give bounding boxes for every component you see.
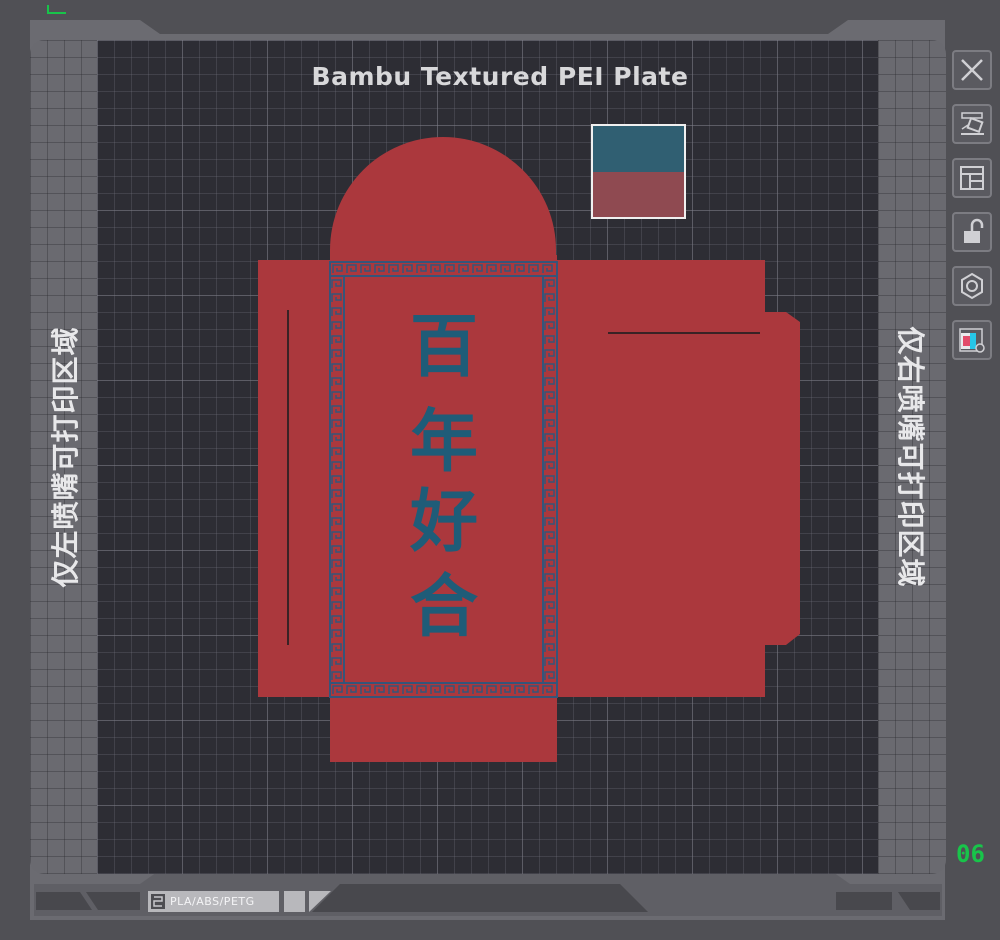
lock-icon (964, 218, 984, 243)
filament-icon (151, 894, 165, 909)
envelope-character: 合 (410, 567, 478, 647)
red-envelope-model[interactable]: 百年好合 (0, 0, 1000, 940)
arrange-icon (960, 166, 984, 190)
plate-number: 06 (956, 840, 985, 868)
auto-orient-button[interactable] (952, 104, 992, 144)
close-button[interactable] (952, 50, 992, 90)
close-icon (961, 59, 983, 81)
filament-types-label: PLA/ABS/PETG (170, 895, 255, 908)
swatch-color-2 (593, 171, 684, 217)
filament-grouping-button[interactable] (952, 320, 992, 360)
lock-button[interactable] (952, 212, 992, 252)
envelope-left-flap (258, 260, 331, 697)
auto-orient-icon (961, 112, 984, 135)
plate-corner-icon (309, 891, 331, 912)
envelope-glue-tab (764, 312, 800, 645)
plate-status-square (284, 891, 305, 912)
envelope-top-flap (330, 137, 556, 262)
arrange-button[interactable] (952, 158, 992, 198)
plate-settings-icon (961, 272, 983, 300)
filament-grouping-icon (959, 328, 985, 353)
envelope-character: 好 (409, 482, 478, 562)
plate-settings-button[interactable] (952, 266, 992, 306)
swatch-color-1 (593, 126, 684, 172)
envelope-character: 年 (410, 402, 478, 482)
filament-color-swatch[interactable] (591, 124, 686, 219)
envelope-back (556, 260, 765, 697)
envelope-character: 百 (410, 307, 478, 387)
filament-type-badge: PLA/ABS/PETG (148, 891, 279, 912)
